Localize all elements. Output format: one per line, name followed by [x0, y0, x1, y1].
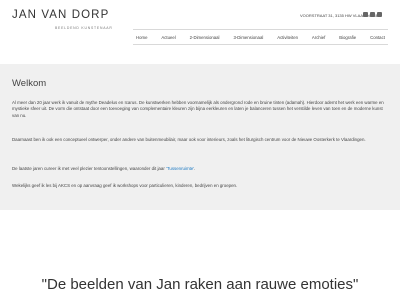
nav-actueel[interactable]: Actueel [161, 35, 175, 40]
nav-activiteiten[interactable]: Activiteiten [277, 35, 298, 40]
nav-2-dimensionaal[interactable]: 2-Dimensionaal [190, 35, 220, 40]
curator-end: . [194, 166, 196, 171]
intro-paragraph: Al meer dan 20 jaar werk ik vanuit de my… [12, 100, 384, 118]
nav-home[interactable]: Home [136, 35, 147, 40]
logo-subtitle: BEELDEND KUNSTENAAR [55, 26, 113, 30]
nav-contact[interactable]: Contact [370, 35, 385, 40]
welcome-title: Welkom [12, 78, 47, 89]
instagram-icon[interactable] [377, 12, 382, 17]
quote: "De beelden van Jan raken aan rauwe emot… [41, 276, 359, 293]
curator-paragraph: De laatste jaren cureer ik met veel plez… [12, 166, 387, 172]
logo-title[interactable]: JAN VAN DORP [12, 9, 109, 21]
tussenruimte-link[interactable]: 'Tussenruimte' [166, 166, 194, 171]
main-nav: Home Actueel 2-Dimensionaal 3-Dimensiona… [133, 29, 388, 45]
twitter-icon[interactable] [370, 12, 375, 17]
site-header: JAN VAN DORP BEELDEND KUNSTENAAR VOORSTR… [0, 0, 400, 56]
designer-paragraph: Daarnaast ben ik ook een conceptueel ont… [12, 137, 366, 142]
facebook-icon[interactable] [363, 12, 368, 17]
nav-archief[interactable]: Archief [312, 35, 325, 40]
curator-text: De laatste jaren cureer ik met veel plez… [12, 166, 165, 171]
social-links [363, 12, 382, 17]
welcome-section: Welkom Al meer dan 20 jaar werk ik vanui… [0, 64, 400, 210]
nav-3-dimensionaal[interactable]: 3-Dimensionaal [233, 35, 263, 40]
lessons-paragraph: Wekelijks geef ik les bij AKCS en op aan… [12, 183, 238, 188]
nav-biografie[interactable]: Biografie [339, 35, 356, 40]
